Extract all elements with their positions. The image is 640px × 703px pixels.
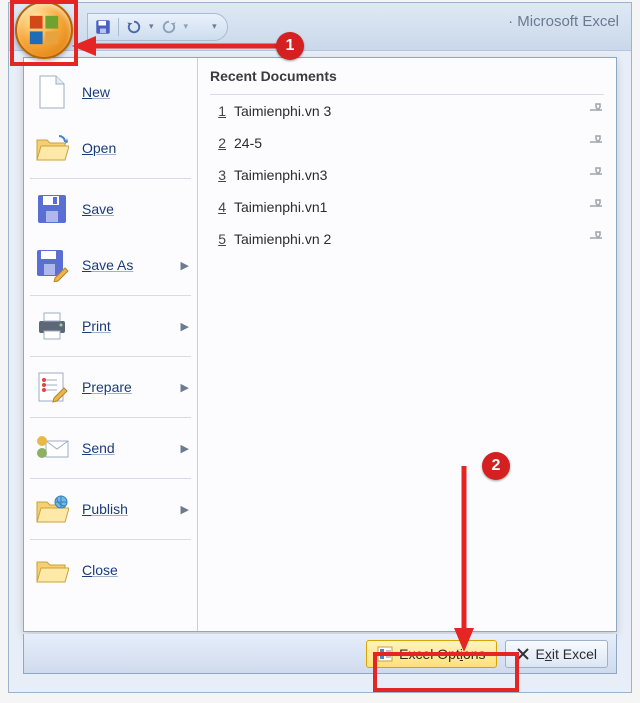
menu-label: Save xyxy=(82,201,114,217)
pin-icon[interactable] xyxy=(588,135,604,152)
recent-number: 4 xyxy=(210,199,226,215)
recent-name: 24-5 xyxy=(234,135,262,151)
save-as-icon xyxy=(34,247,70,283)
menu-label: Open xyxy=(82,140,116,156)
qat-redo-icon[interactable] xyxy=(160,18,178,36)
submenu-arrow-icon: ▶ xyxy=(181,503,189,516)
menu-separator xyxy=(30,356,191,357)
menu-item-open[interactable]: Open xyxy=(24,120,197,176)
menu-item-prepare[interactable]: Prepare ▶ xyxy=(24,359,197,415)
pin-icon[interactable] xyxy=(588,167,604,184)
office-menu-dropdown: New Open Save Save As ▶ xyxy=(23,57,617,632)
recent-number: 1 xyxy=(210,103,226,119)
menu-item-close[interactable]: Close xyxy=(24,542,197,598)
menu-item-save[interactable]: Save xyxy=(24,181,197,237)
recent-number: 2 xyxy=(210,135,226,151)
annotation-badge-1: 1 xyxy=(276,32,304,60)
submenu-arrow-icon: ▶ xyxy=(181,259,189,272)
pin-icon[interactable] xyxy=(588,103,604,120)
qat-customize-icon[interactable]: ▾ xyxy=(212,21,217,32)
separator xyxy=(118,18,119,36)
office-menu-bottom-bar: Excel Options Exit Excel xyxy=(23,634,617,674)
menu-label: Send xyxy=(82,440,115,456)
recent-documents-title: Recent Documents xyxy=(210,64,604,95)
close-icon xyxy=(34,552,70,588)
recent-name: Taimienphi.vn3 xyxy=(234,167,327,183)
close-x-icon xyxy=(516,647,530,661)
menu-label: Print xyxy=(82,318,111,334)
submenu-arrow-icon: ▶ xyxy=(181,381,189,394)
menu-separator xyxy=(30,539,191,540)
qat-redo-dropdown-icon[interactable]: ▾ xyxy=(184,21,189,32)
window-title: · Microsoft Excel xyxy=(508,13,619,30)
recent-document-item[interactable]: 2 24-5 xyxy=(210,127,604,159)
menu-item-print[interactable]: Print ▶ xyxy=(24,298,197,354)
menu-item-send[interactable]: Send ▶ xyxy=(24,420,197,476)
exit-excel-button[interactable]: Exit Excel xyxy=(505,640,608,668)
recent-name: Taimienphi.vn 3 xyxy=(234,103,331,119)
publish-icon xyxy=(34,491,70,527)
recent-document-item[interactable]: 5 Taimienphi.vn 2 xyxy=(210,223,604,255)
menu-label: Close xyxy=(82,562,118,578)
submenu-arrow-icon: ▶ xyxy=(181,320,189,333)
office-button[interactable] xyxy=(15,1,73,59)
send-icon xyxy=(34,430,70,466)
pin-icon[interactable] xyxy=(588,231,604,248)
menu-item-save-as[interactable]: Save As ▶ xyxy=(24,237,197,293)
options-icon xyxy=(377,646,393,662)
menu-separator xyxy=(30,178,191,179)
button-label: Exit Excel xyxy=(536,646,597,662)
button-label: Excel Options xyxy=(399,646,485,662)
office-logo-icon xyxy=(27,13,61,47)
recent-document-item[interactable]: 3 Taimienphi.vn3 xyxy=(210,159,604,191)
new-icon xyxy=(34,74,70,110)
menu-separator xyxy=(30,295,191,296)
recent-name: Taimienphi.vn1 xyxy=(234,199,327,215)
pin-icon[interactable] xyxy=(588,199,604,216)
excel-window: ▾ ▾ ▾ · Microsoft Excel New Open xyxy=(8,2,632,693)
quick-access-toolbar: ▾ ▾ ▾ xyxy=(87,13,228,41)
qat-undo-icon[interactable] xyxy=(125,18,143,36)
submenu-arrow-icon: ▶ xyxy=(181,442,189,455)
menu-label: Publish xyxy=(82,501,128,517)
open-icon xyxy=(34,130,70,166)
qat-save-icon[interactable] xyxy=(94,18,112,36)
menu-label: Prepare xyxy=(82,379,132,395)
office-menu-left-column: New Open Save Save As ▶ xyxy=(24,58,198,631)
excel-options-button[interactable]: Excel Options xyxy=(366,640,496,668)
recent-number: 3 xyxy=(210,167,226,183)
recent-name: Taimienphi.vn 2 xyxy=(234,231,331,247)
menu-item-publish[interactable]: Publish ▶ xyxy=(24,481,197,537)
menu-label: New xyxy=(82,84,110,100)
annotation-badge-2: 2 xyxy=(482,452,510,480)
menu-separator xyxy=(30,478,191,479)
qat-undo-dropdown-icon[interactable]: ▾ xyxy=(149,21,154,32)
recent-number: 5 xyxy=(210,231,226,247)
save-icon xyxy=(34,191,70,227)
recent-documents-panel: Recent Documents 1 Taimienphi.vn 3 2 24-… xyxy=(198,58,616,631)
menu-item-new[interactable]: New xyxy=(24,64,197,120)
menu-label: Save As xyxy=(82,257,133,273)
recent-document-item[interactable]: 4 Taimienphi.vn1 xyxy=(210,191,604,223)
prepare-icon xyxy=(34,369,70,405)
titlebar: ▾ ▾ ▾ · Microsoft Excel xyxy=(9,3,631,51)
menu-separator xyxy=(30,417,191,418)
print-icon xyxy=(34,308,70,344)
recent-document-item[interactable]: 1 Taimienphi.vn 3 xyxy=(210,95,604,127)
